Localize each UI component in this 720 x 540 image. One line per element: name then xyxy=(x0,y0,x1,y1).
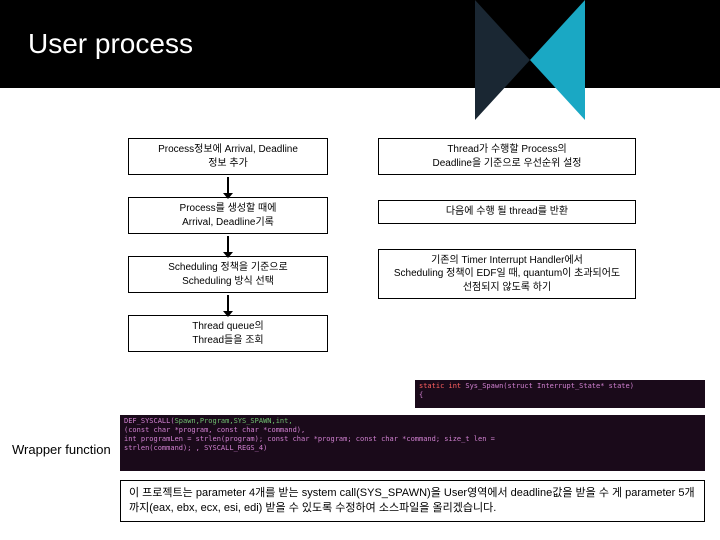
code-text: DEF_SYSCALL( xyxy=(124,417,175,425)
text-line: 다음에 수행 될 thread를 반환 xyxy=(385,205,629,219)
code-text: static int xyxy=(419,382,465,390)
left-box-2: Process를 생성할 때에 Arrival, Deadline기록 xyxy=(128,197,328,234)
text-line: 정보 추가 xyxy=(135,157,321,171)
content-area: Process정보에 Arrival, Deadline 정보 추가 Proce… xyxy=(0,88,720,143)
code-snippet-bottom: DEF_SYSCALL(Spawn,Program,SYS_SPAWN,int,… xyxy=(120,415,705,471)
slide-title: User process xyxy=(28,28,193,60)
right-box-2: 다음에 수행 될 thread를 반환 xyxy=(378,200,636,224)
code-text: Spawn,Program,SYS_SPAWN,int, xyxy=(175,417,293,425)
code-snippet-top: static int Sys_Spawn(struct Interrupt_St… xyxy=(415,380,705,408)
code-text: Sys_Spawn xyxy=(465,382,503,390)
arrow-down-icon xyxy=(227,295,229,313)
left-box-4: Thread queue의 Thread들을 조회 xyxy=(128,315,328,352)
text-line: Scheduling 정책이 EDF일 때, quantum이 초과되어도 xyxy=(385,267,629,281)
text-line: Arrival, Deadline기록 xyxy=(135,216,321,230)
bottom-note-box: 이 프로젝트는 parameter 4개를 받는 system call(SYS… xyxy=(120,480,705,522)
code-text: { xyxy=(419,391,423,399)
arrow-down-icon xyxy=(227,236,229,254)
text-line: Deadline을 기준으로 우선순위 설정 xyxy=(385,157,629,171)
right-box-1: Thread가 수행할 Process의 Deadline을 기준으로 우선순위… xyxy=(378,138,636,175)
text-line: Thread가 수행할 Process의 xyxy=(385,143,629,157)
text-line: Thread queue의 xyxy=(135,320,321,334)
text-line: Scheduling 정책을 기준으로 xyxy=(135,261,321,275)
text-line: Process를 생성할 때에 xyxy=(135,202,321,216)
right-flow-column: Thread가 수행할 Process의 Deadline을 기준으로 우선순위… xyxy=(378,138,636,299)
right-box-3: 기존의 Timer Interrupt Handler에서 Scheduling… xyxy=(378,249,636,300)
code-text: (struct Interrupt_State* state) xyxy=(503,382,634,390)
arrow-down-icon xyxy=(227,177,229,195)
code-text: int programLen = strlen(program); const … xyxy=(124,435,495,443)
text-line: Scheduling 방식 선택 xyxy=(135,275,321,289)
text-line: Thread들을 조회 xyxy=(135,334,321,348)
code-text: strlen(command); , SYSCALL_REGS_4) xyxy=(124,444,267,452)
text-line: 선점되지 않도록 하기 xyxy=(385,281,629,295)
code-text: (const char *program, const char *comman… xyxy=(124,426,305,434)
slide-header: User process xyxy=(0,0,720,88)
text-line: Process정보에 Arrival, Deadline xyxy=(135,143,321,157)
left-box-1: Process정보에 Arrival, Deadline 정보 추가 xyxy=(128,138,328,175)
left-flow-column: Process정보에 Arrival, Deadline 정보 추가 Proce… xyxy=(128,138,328,352)
left-box-3: Scheduling 정책을 기준으로 Scheduling 방식 선택 xyxy=(128,256,328,293)
text-line: 기존의 Timer Interrupt Handler에서 xyxy=(385,254,629,268)
wrapper-function-label: Wrapper function xyxy=(12,442,111,457)
